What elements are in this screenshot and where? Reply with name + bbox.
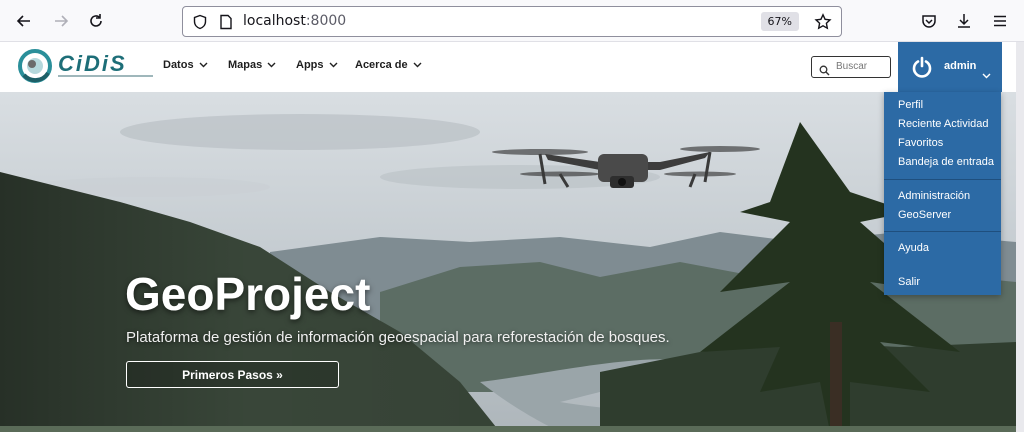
bookmark-star-icon[interactable] <box>814 13 832 35</box>
menu-icon[interactable] <box>989 10 1011 32</box>
hero-section: GeoProject Plataforma de gestión de info… <box>0 92 1016 432</box>
page-scrollbar[interactable] <box>1016 42 1024 432</box>
user-menu-button[interactable]: admin <box>898 42 1002 92</box>
browser-toolbar: localhost:8000 67% <box>0 0 1024 42</box>
chevron-down-icon <box>267 59 276 71</box>
nav-mapas[interactable]: Mapas <box>228 59 276 71</box>
chevron-down-icon <box>329 59 338 71</box>
search-icon <box>819 61 830 80</box>
username-label: admin <box>944 60 977 72</box>
reload-icon[interactable] <box>85 10 107 32</box>
back-icon[interactable] <box>13 10 35 32</box>
menu-divider <box>884 231 1001 232</box>
menu-item-bandeja-de-entrada[interactable]: Bandeja de entrada <box>898 156 994 168</box>
downloads-icon[interactable] <box>953 10 975 32</box>
nav-acerca-de[interactable]: Acerca de <box>355 59 422 71</box>
forward-icon[interactable] <box>50 10 72 32</box>
nav-apps[interactable]: Apps <box>296 59 338 71</box>
menu-divider <box>884 179 1001 180</box>
url-text[interactable]: localhost:8000 <box>243 13 346 29</box>
menu-item-ayuda[interactable]: Ayuda <box>898 242 929 254</box>
svg-text:CiDiS: CiDiS <box>58 51 127 76</box>
shield-icon[interactable] <box>192 14 208 34</box>
menu-item-perfil[interactable]: Perfil <box>898 99 923 111</box>
chevron-down-icon <box>413 59 422 71</box>
menu-item-reciente-actividad[interactable]: Reciente Actividad <box>898 118 989 130</box>
nav-datos[interactable]: Datos <box>163 59 208 71</box>
search-input[interactable]: Buscar <box>811 56 891 78</box>
power-icon <box>911 56 933 82</box>
chevron-down-icon <box>199 59 208 71</box>
pocket-icon[interactable] <box>918 10 940 32</box>
nav-datos-label: Datos <box>163 59 194 71</box>
menu-item-administracion[interactable]: Administración <box>898 190 970 202</box>
nav-mapas-label: Mapas <box>228 59 263 71</box>
site-navbar: CiDiS Datos Mapas Apps Acerca de Buscar <box>0 42 1024 92</box>
cidis-logo[interactable]: CiDiS <box>18 45 158 87</box>
user-dropdown-menu: Perfil Reciente Actividad Favoritos Band… <box>884 92 1001 295</box>
menu-item-geoserver[interactable]: GeoServer <box>898 209 951 221</box>
page-info-icon[interactable] <box>219 14 233 34</box>
nav-acerca-de-label: Acerca de <box>355 59 408 71</box>
chevron-down-icon <box>982 64 991 83</box>
hero-subtitle: Plataforma de gestión de información geo… <box>126 329 670 346</box>
web-page: GeoProject Plataforma de gestión de info… <box>0 42 1024 432</box>
menu-item-favoritos[interactable]: Favoritos <box>898 137 943 149</box>
nav-apps-label: Apps <box>296 59 324 71</box>
hero-title: GeoProject <box>125 268 371 320</box>
search-placeholder: Buscar <box>836 61 868 72</box>
url-bar[interactable]: localhost:8000 67% <box>182 6 842 37</box>
menu-item-salir[interactable]: Salir <box>898 276 920 288</box>
zoom-indicator[interactable]: 67% <box>760 12 799 31</box>
get-started-button[interactable]: Primeros Pasos » <box>126 361 339 388</box>
